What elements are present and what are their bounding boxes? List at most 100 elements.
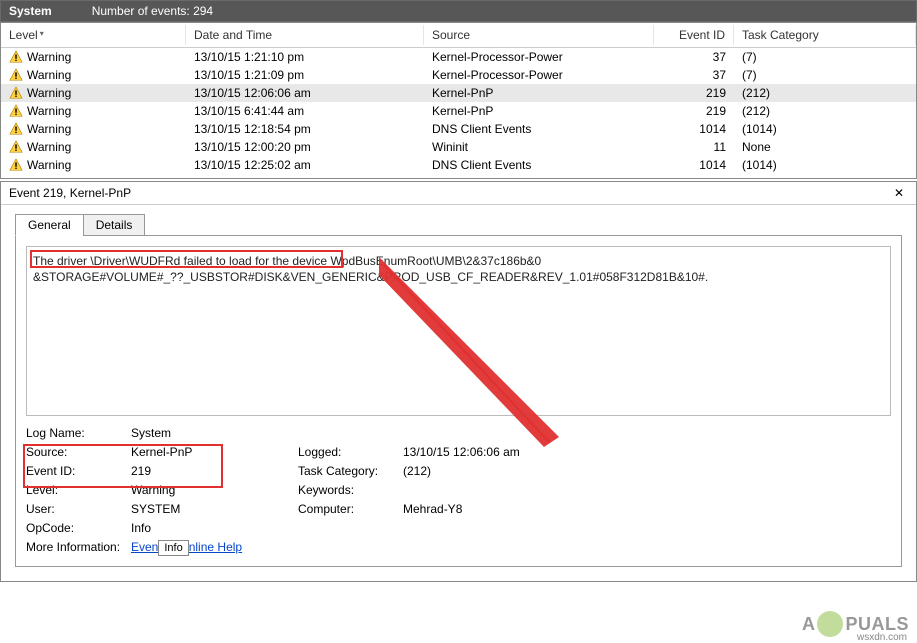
warning-icon — [9, 122, 23, 136]
table-row[interactable]: Warning13/10/15 12:00:20 pmWininit11None — [1, 138, 916, 156]
link-part-a: Even — [131, 540, 158, 554]
desc-line1-highlighted: The driver \Driver\WUDFRd failed to load… — [33, 254, 330, 268]
col-header-task[interactable]: Task Category — [734, 25, 916, 45]
label-source: Source: — [26, 445, 131, 459]
warning-icon — [9, 50, 23, 64]
row-source: Kernel-Processor-Power — [424, 50, 654, 64]
detail-titlebar: Event 219, Kernel-PnP ✕ — [1, 182, 916, 205]
row-eventid: 219 — [654, 86, 734, 100]
table-row[interactable]: Warning 13/10/15 12:06:06 amKernel-PnP219… — [1, 84, 916, 102]
online-help-link-cont[interactable]: nline Help — [189, 540, 242, 554]
row-date: 13/10/15 12:25:02 am — [186, 158, 424, 172]
close-icon[interactable]: ✕ — [890, 186, 908, 200]
warning-icon — [9, 140, 23, 154]
value-moreinfo: EvenInfonline Help — [131, 540, 242, 556]
prop-logname: Log Name: System — [26, 426, 276, 440]
row-level: Warning — [27, 68, 71, 82]
source-credit: wsxdn.com — [857, 632, 907, 643]
value-user: SYSTEM — [131, 502, 180, 516]
tab-details[interactable]: Details — [83, 214, 146, 236]
props-right-column: . Logged: 13/10/15 12:06:06 am Task Cate… — [298, 426, 598, 556]
row-eventid: 11 — [654, 140, 734, 154]
row-source: DNS Client Events — [424, 122, 654, 136]
row-task: (1014) — [734, 122, 916, 136]
value-level: Warning — [131, 483, 175, 497]
col-header-eventid[interactable]: Event ID — [654, 25, 734, 45]
row-level: Warning — [27, 86, 71, 100]
prop-source: Source: Kernel-PnP — [26, 445, 276, 459]
row-eventid: 1014 — [654, 122, 734, 136]
row-eventid: 1014 — [654, 158, 734, 172]
row-source: Kernel-PnP — [424, 86, 654, 100]
watermark-text-a: A — [802, 614, 816, 635]
table-row[interactable]: Warning13/10/15 12:18:54 pmDNS Client Ev… — [1, 120, 916, 138]
desc-line2: &STORAGE#VOLUME#_??_USBSTOR#DISK&VEN_GEN… — [33, 270, 708, 284]
row-task: (7) — [734, 50, 916, 64]
label-logged: Logged: — [298, 445, 403, 459]
log-header: System Number of events: 294 — [0, 0, 917, 22]
event-description: The driver \Driver\WUDFRd failed to load… — [26, 246, 891, 416]
label-taskcat: Task Category: — [298, 464, 403, 478]
table-row[interactable]: Warning13/10/15 1:21:09 pmKernel-Process… — [1, 66, 916, 84]
prop-level: Level: Warning — [26, 483, 276, 497]
bug-icon — [817, 611, 843, 637]
prop-taskcat: Task Category: (212) — [298, 464, 598, 478]
row-eventid: 219 — [654, 104, 734, 118]
warning-icon — [9, 86, 23, 100]
row-date: 13/10/15 12:00:20 pm — [186, 140, 424, 154]
label-level: Level: — [26, 483, 131, 497]
row-level: Warning — [27, 140, 71, 154]
value-logname: System — [131, 426, 171, 440]
row-task: (1014) — [734, 158, 916, 172]
value-opcode: Info — [131, 521, 151, 535]
label-user: User: — [26, 502, 131, 516]
label-computer: Computer: — [298, 502, 403, 516]
event-properties: Log Name: System Source: Kernel-PnP Even… — [26, 426, 891, 556]
label-keywords: Keywords: — [298, 483, 403, 497]
col-header-level[interactable]: Level ▾ — [1, 25, 186, 45]
event-detail-pane: Event 219, Kernel-PnP ✕ General Details … — [0, 181, 917, 582]
row-date: 13/10/15 12:06:06 am — [186, 86, 424, 100]
label-moreinfo: More Information: — [26, 540, 131, 556]
row-date: 13/10/15 6:41:44 am — [186, 104, 424, 118]
event-grid: Level ▾ Date and Time Source Event ID Ta… — [0, 22, 917, 179]
detail-title-text: Event 219, Kernel-PnP — [9, 186, 131, 200]
detail-tabs: General Details — [15, 214, 916, 236]
table-row[interactable]: Warning 13/10/15 12:25:02 amDNS Client Ev… — [1, 156, 916, 174]
row-date: 13/10/15 1:21:09 pm — [186, 68, 424, 82]
value-source: Kernel-PnP — [131, 445, 192, 459]
tab-panel-general: The driver \Driver\WUDFRd failed to load… — [15, 235, 902, 567]
row-task: (7) — [734, 68, 916, 82]
tab-general[interactable]: General — [15, 214, 84, 236]
col-header-date[interactable]: Date and Time — [186, 25, 424, 45]
online-help-link[interactable]: Even — [131, 540, 158, 554]
grid-header-row: Level ▾ Date and Time Source Event ID Ta… — [1, 23, 916, 48]
label-opcode: OpCode: — [26, 521, 131, 535]
prop-user: User: SYSTEM — [26, 502, 276, 516]
row-date: 13/10/15 1:21:10 pm — [186, 50, 424, 64]
table-row[interactable]: Warning13/10/15 6:41:44 amKernel-PnP219(… — [1, 102, 916, 120]
row-eventid: 37 — [654, 68, 734, 82]
event-count-label: Number of events: 294 — [92, 4, 213, 18]
label-logname: Log Name: — [26, 426, 131, 440]
warning-icon — [9, 104, 23, 118]
col-header-level-text: Level — [9, 28, 38, 42]
event-grid-scroll[interactable]: Level ▾ Date and Time Source Event ID Ta… — [1, 23, 916, 178]
row-level: Warning — [27, 158, 71, 172]
label-eventid: Event ID: — [26, 464, 131, 478]
prop-logged: Logged: 13/10/15 12:06:06 am — [298, 445, 598, 459]
col-header-source[interactable]: Source — [424, 25, 654, 45]
value-computer: Mehrad-Y8 — [403, 502, 462, 516]
prop-moreinfo: More Information: EvenInfonline Help — [26, 540, 276, 556]
value-eventid: 219 — [131, 464, 151, 478]
sort-indicator-icon: ▾ — [40, 29, 44, 38]
table-row[interactable]: Warning13/10/15 1:21:10 pmKernel-Process… — [1, 48, 916, 66]
row-source: Kernel-PnP — [424, 104, 654, 118]
row-eventid: 37 — [654, 50, 734, 64]
annotation-arrow-icon — [379, 257, 559, 447]
warning-icon — [9, 158, 23, 172]
row-source: DNS Client Events — [424, 158, 654, 172]
value-logged: 13/10/15 12:06:06 am — [403, 445, 520, 459]
log-name-label: System — [9, 4, 52, 18]
row-level: Warning — [27, 104, 71, 118]
